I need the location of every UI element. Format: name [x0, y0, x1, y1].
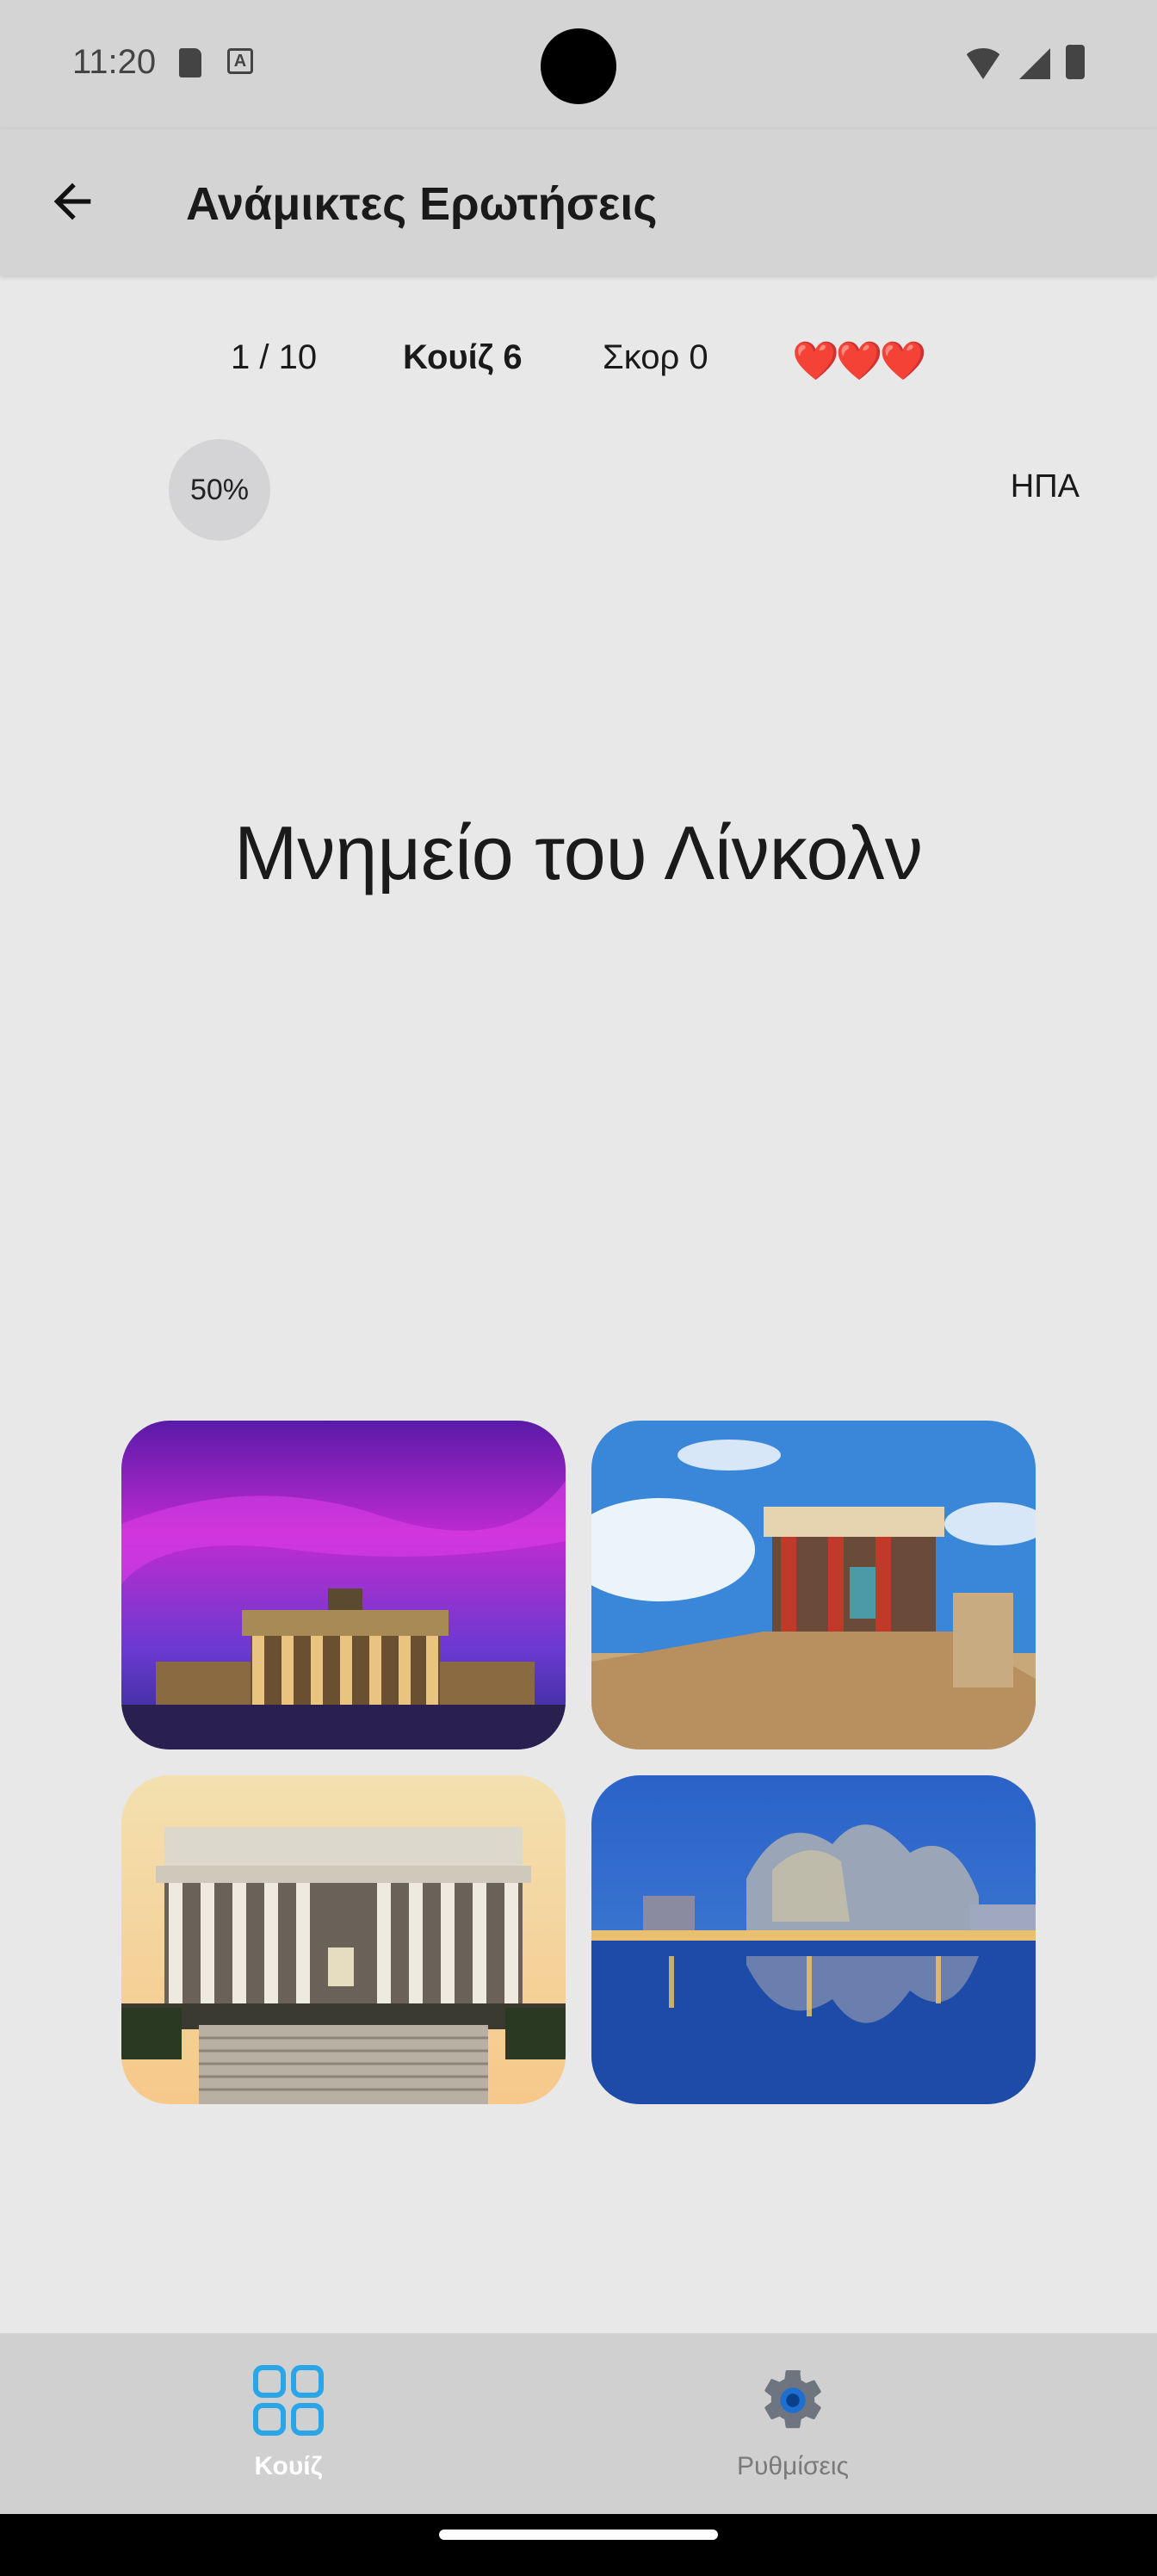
country-hint: ΗΠΑ — [1010, 468, 1080, 505]
gesture-handle[interactable] — [439, 2530, 718, 2540]
question-text: Μνημείο του Λίνκολν — [234, 810, 923, 895]
wifi-icon — [962, 48, 1004, 79]
arrow-left-icon[interactable] — [45, 174, 100, 229]
page-title: Ανάμικτες Ερωτήσεις — [186, 178, 658, 230]
answer-option-4[interactable] — [591, 1775, 1036, 2104]
bottom-navigation: Κουίζ Ρυθμίσεις — [0, 2333, 1157, 2514]
stats-row: 1 / 10 Κουίζ 6 Σκορ 0 ❤️❤️❤️ — [0, 338, 1157, 390]
status-icons-left: A — [179, 48, 253, 77]
score: Σκορ 0 — [603, 338, 708, 376]
status-icons-right — [962, 45, 1085, 79]
status-time: 11:20 — [72, 43, 157, 81]
nav-item-quiz[interactable]: Κουίζ — [159, 2364, 418, 2481]
battery-icon — [1066, 45, 1085, 79]
gesture-navigation-area — [0, 2514, 1157, 2576]
status-bar: 11:20 A — [0, 0, 1157, 129]
guggenheim-bilbao-image — [591, 1775, 1036, 2104]
app-bar: Ανάμικτες Ερωτήσεις — [0, 129, 1157, 276]
knossos-palace-image — [591, 1421, 1036, 1749]
gear-icon — [764, 2369, 821, 2429]
percent-label: 50% — [189, 473, 250, 506]
nav-label-quiz: Κουίζ — [254, 2452, 323, 2480]
answer-option-3[interactable] — [121, 1775, 566, 2104]
question-progress: 1 / 10 — [231, 338, 318, 376]
answer-option-2[interactable] — [591, 1421, 1036, 1749]
fifty-fifty-button[interactable]: 50% — [169, 439, 270, 541]
answer-option-1[interactable] — [121, 1421, 566, 1749]
accessibility-a-icon: A — [227, 48, 253, 74]
grid-icon — [253, 2365, 324, 2436]
nav-label-settings: Ρυθμίσεις — [736, 2452, 850, 2480]
lives-hearts: ❤️❤️❤️ — [792, 340, 926, 382]
brandenburg-gate-image — [121, 1421, 566, 1749]
sd-card-icon — [179, 48, 201, 77]
cellular-icon — [1019, 48, 1050, 79]
nav-item-settings[interactable]: Ρυθμίσεις — [664, 2364, 922, 2481]
lincoln-memorial-image — [121, 1775, 566, 2104]
camera-cutout — [541, 28, 616, 104]
quiz-number: Κουίζ 6 — [403, 338, 523, 376]
